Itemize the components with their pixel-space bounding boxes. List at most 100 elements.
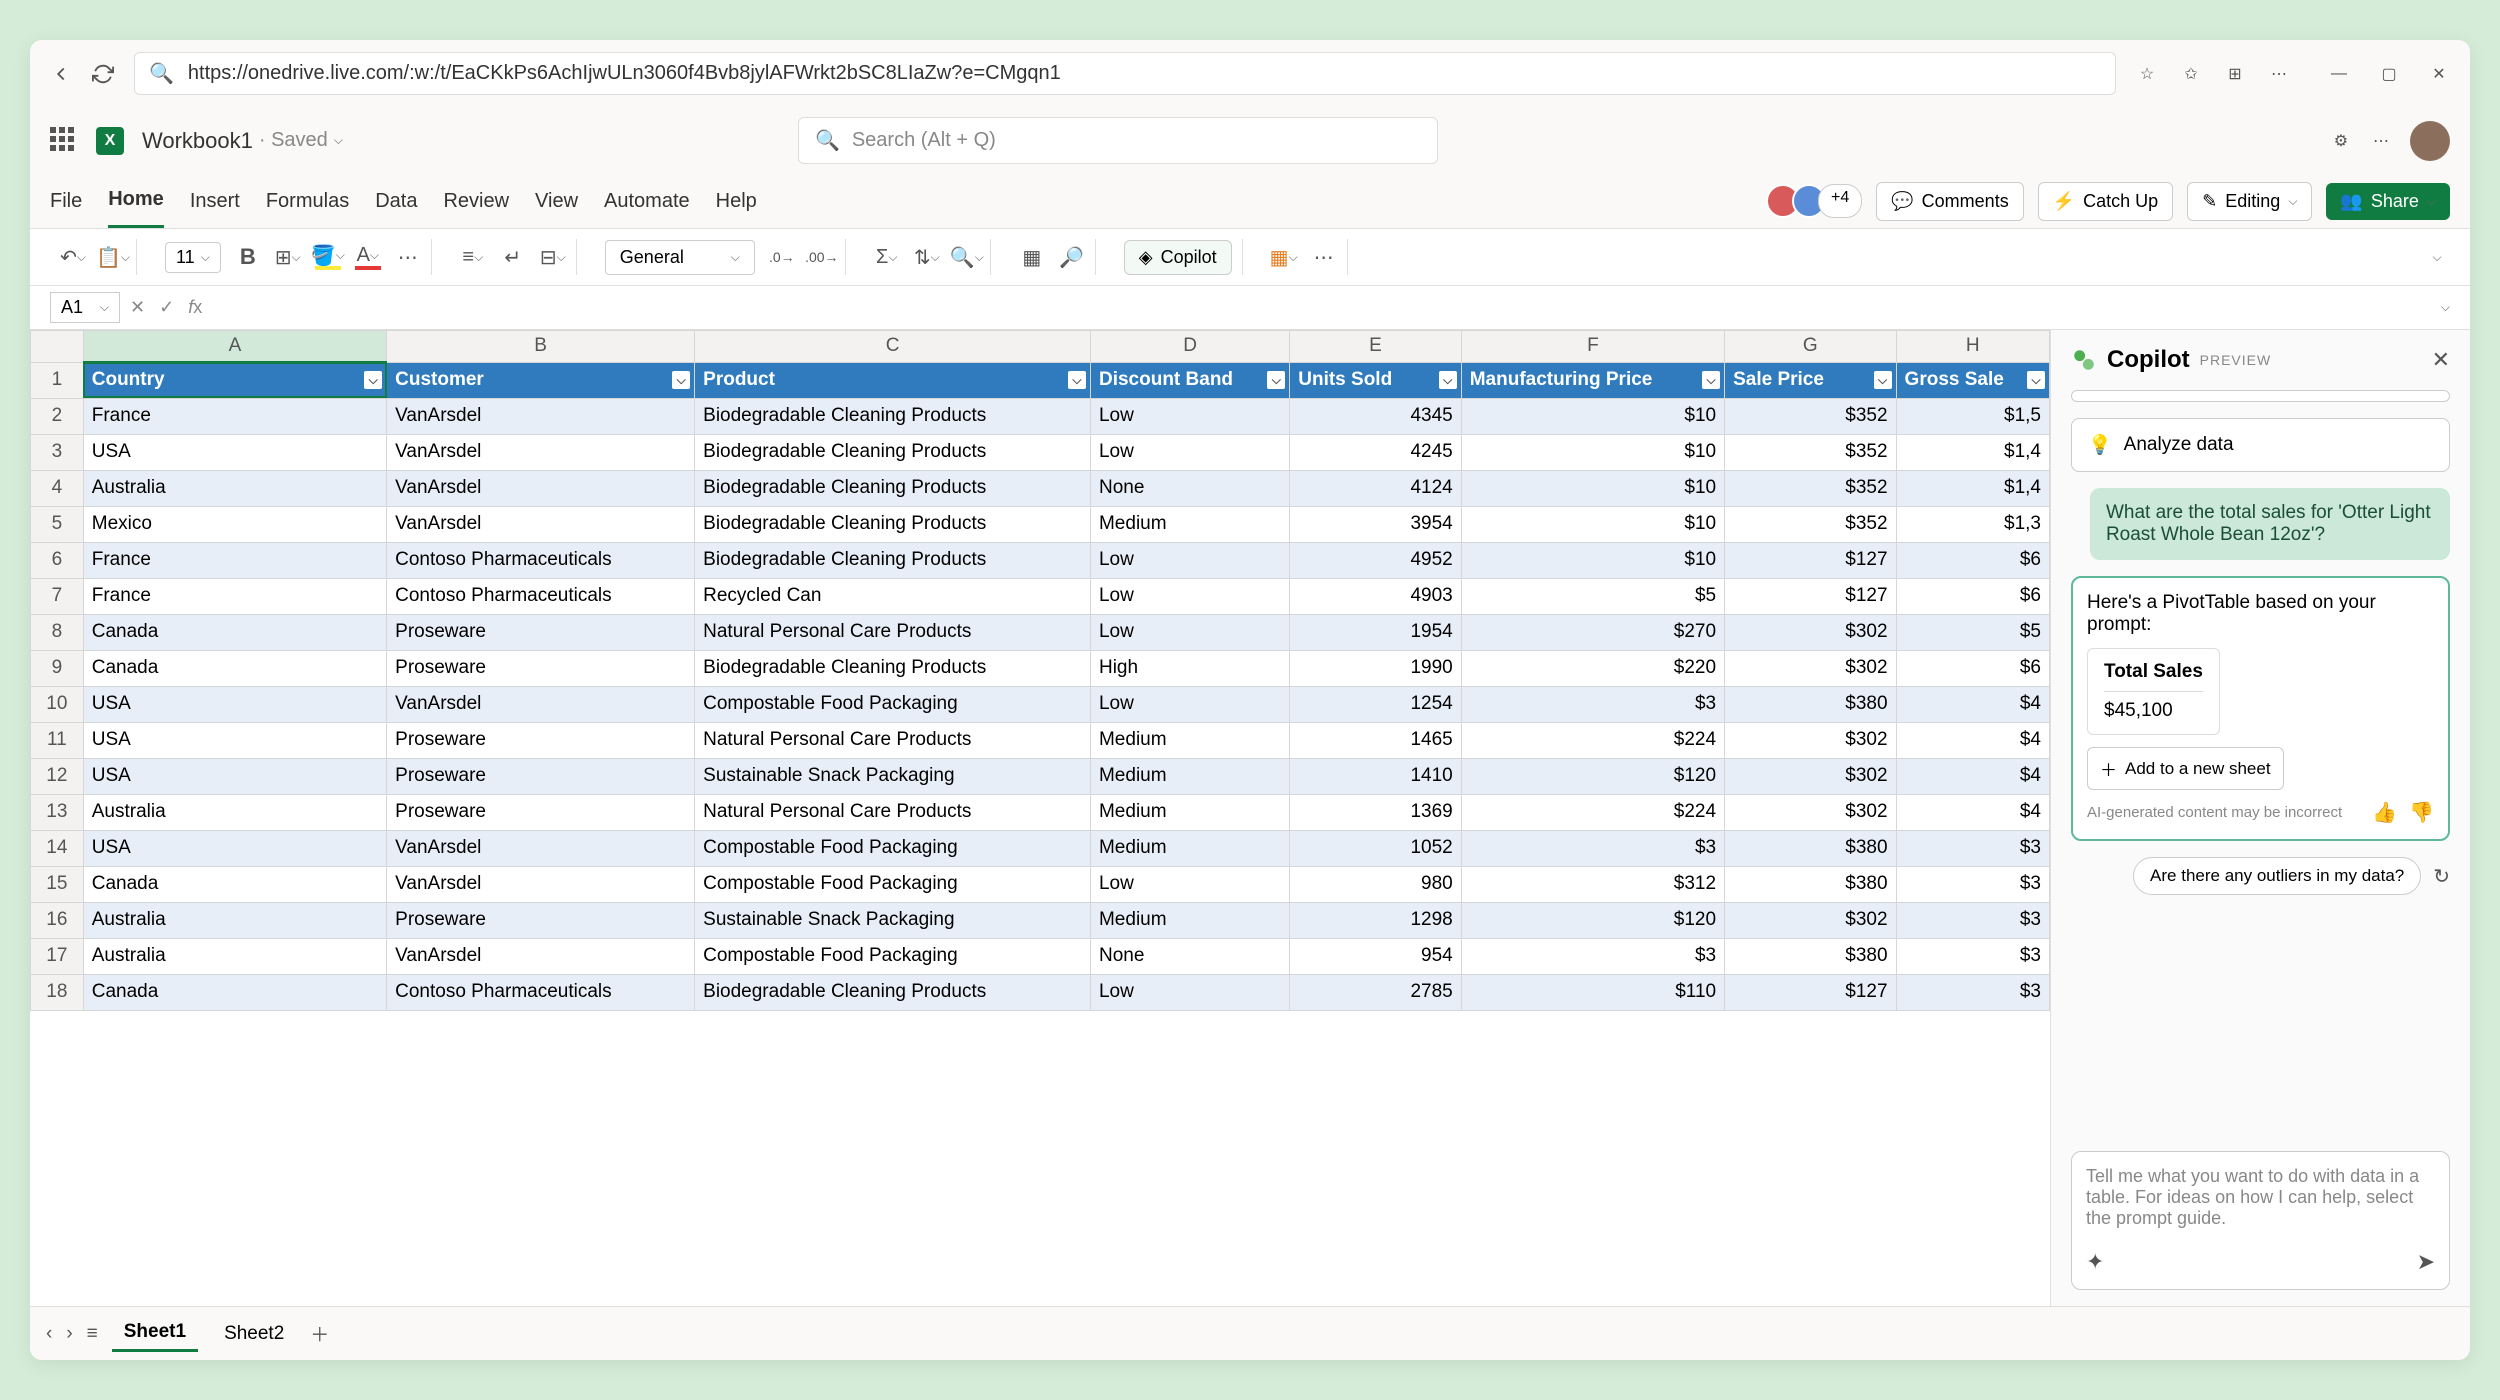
- table-header-cell[interactable]: Customer⌵: [387, 362, 695, 398]
- number-format-select[interactable]: General⌵: [605, 240, 755, 275]
- data-cell[interactable]: $5: [1461, 578, 1724, 614]
- prompt-guide-icon[interactable]: ✦: [2086, 1249, 2104, 1275]
- data-cell[interactable]: $5: [1896, 614, 2049, 650]
- filter-chevron-icon[interactable]: ⌵: [672, 371, 690, 389]
- format-table-icon[interactable]: ▦⌵: [1271, 244, 1297, 270]
- data-cell[interactable]: USA: [83, 722, 386, 758]
- star-icon[interactable]: ☆: [2136, 63, 2158, 85]
- close-icon[interactable]: ✕: [2428, 63, 2450, 85]
- data-cell[interactable]: Sustainable Snack Packaging: [695, 902, 1091, 938]
- data-cell[interactable]: High: [1090, 650, 1289, 686]
- data-cell[interactable]: $302: [1725, 902, 1896, 938]
- data-cell[interactable]: 980: [1290, 866, 1461, 902]
- data-cell[interactable]: $220: [1461, 650, 1724, 686]
- data-cell[interactable]: $10: [1461, 398, 1724, 434]
- data-cell[interactable]: $127: [1725, 542, 1896, 578]
- data-cell[interactable]: Low: [1090, 578, 1289, 614]
- data-cell[interactable]: 1465: [1290, 722, 1461, 758]
- table-header-cell[interactable]: Sale Price⌵: [1725, 362, 1896, 398]
- data-cell[interactable]: 1410: [1290, 758, 1461, 794]
- data-cell[interactable]: $10: [1461, 434, 1724, 470]
- more-icon[interactable]: ⋯: [2268, 63, 2290, 85]
- font-size-select[interactable]: 11⌵: [165, 242, 221, 273]
- copilot-button[interactable]: ◈Copilot: [1124, 240, 1232, 275]
- data-cell[interactable]: Canada: [83, 614, 386, 650]
- data-cell[interactable]: $127: [1725, 578, 1896, 614]
- row-header[interactable]: 16: [31, 902, 84, 938]
- data-cell[interactable]: $4: [1896, 686, 2049, 722]
- data-cell[interactable]: Australia: [83, 470, 386, 506]
- align-icon[interactable]: ≡⌵: [460, 244, 486, 270]
- data-cell[interactable]: VanArsdel: [387, 506, 695, 542]
- data-cell[interactable]: Low: [1090, 614, 1289, 650]
- data-cell[interactable]: USA: [83, 434, 386, 470]
- user-avatar[interactable]: [2410, 121, 2450, 161]
- table-header-cell[interactable]: Units Sold⌵: [1290, 362, 1461, 398]
- row-header[interactable]: 9: [31, 650, 84, 686]
- data-cell[interactable]: Mexico: [83, 506, 386, 542]
- data-cell[interactable]: Biodegradable Cleaning Products: [695, 506, 1091, 542]
- data-cell[interactable]: $302: [1725, 758, 1896, 794]
- data-cell[interactable]: $3: [1896, 866, 2049, 902]
- row-header[interactable]: 14: [31, 830, 84, 866]
- find-icon[interactable]: 🔍⌵: [954, 244, 980, 270]
- data-cell[interactable]: $10: [1461, 542, 1724, 578]
- data-cell[interactable]: $380: [1725, 866, 1896, 902]
- workbook-title[interactable]: Workbook1 · Saved ⌵: [142, 128, 343, 154]
- data-cell[interactable]: VanArsdel: [387, 470, 695, 506]
- data-cell[interactable]: France: [83, 542, 386, 578]
- data-cell[interactable]: VanArsdel: [387, 686, 695, 722]
- data-cell[interactable]: 4952: [1290, 542, 1461, 578]
- data-cell[interactable]: $352: [1725, 434, 1896, 470]
- filter-chevron-icon[interactable]: ⌵: [2027, 371, 2045, 389]
- data-cell[interactable]: 3954: [1290, 506, 1461, 542]
- sheet-next-icon[interactable]: ›: [66, 1323, 72, 1345]
- data-cell[interactable]: $302: [1725, 722, 1896, 758]
- data-cell[interactable]: Contoso Pharmaceuticals: [387, 974, 695, 1010]
- data-cell[interactable]: Recycled Can: [695, 578, 1091, 614]
- data-cell[interactable]: VanArsdel: [387, 398, 695, 434]
- data-cell[interactable]: 1954: [1290, 614, 1461, 650]
- add-to-sheet-button[interactable]: ＋Add to a new sheet: [2087, 747, 2284, 790]
- data-cell[interactable]: Australia: [83, 902, 386, 938]
- thumbs-up-icon[interactable]: 👍: [2372, 800, 2397, 825]
- add-sheet-icon[interactable]: ＋: [310, 1320, 329, 1347]
- row-header[interactable]: 10: [31, 686, 84, 722]
- data-cell[interactable]: $312: [1461, 866, 1724, 902]
- tab-help[interactable]: Help: [716, 176, 757, 227]
- data-cell[interactable]: Low: [1090, 866, 1289, 902]
- send-icon[interactable]: ➤: [2417, 1249, 2435, 1275]
- column-header[interactable]: A: [83, 331, 386, 363]
- filter-chevron-icon[interactable]: ⌵: [1702, 371, 1720, 389]
- more-icon[interactable]: ⋯: [2370, 130, 2392, 152]
- analyze-icon[interactable]: 🔎: [1059, 244, 1085, 270]
- analyze-data-button[interactable]: 💡Analyze data: [2071, 418, 2450, 472]
- data-cell[interactable]: Canada: [83, 974, 386, 1010]
- data-cell[interactable]: $1,3: [1896, 506, 2049, 542]
- data-cell[interactable]: Sustainable Snack Packaging: [695, 758, 1091, 794]
- data-cell[interactable]: Low: [1090, 974, 1289, 1010]
- name-box[interactable]: A1⌵: [50, 292, 120, 323]
- row-header[interactable]: 4: [31, 470, 84, 506]
- data-cell[interactable]: Compostable Food Packaging: [695, 830, 1091, 866]
- data-cell[interactable]: Biodegradable Cleaning Products: [695, 434, 1091, 470]
- row-header[interactable]: 12: [31, 758, 84, 794]
- data-cell[interactable]: VanArsdel: [387, 866, 695, 902]
- data-cell[interactable]: $4: [1896, 758, 2049, 794]
- data-cell[interactable]: Australia: [83, 938, 386, 974]
- data-cell[interactable]: $302: [1725, 794, 1896, 830]
- row-header[interactable]: 11: [31, 722, 84, 758]
- autosum-icon[interactable]: Σ⌵: [874, 244, 900, 270]
- data-cell[interactable]: Biodegradable Cleaning Products: [695, 650, 1091, 686]
- data-cell[interactable]: Natural Personal Care Products: [695, 614, 1091, 650]
- data-cell[interactable]: Proseware: [387, 614, 695, 650]
- sheet-prev-icon[interactable]: ‹: [46, 1323, 52, 1345]
- data-cell[interactable]: 1990: [1290, 650, 1461, 686]
- data-cell[interactable]: 4903: [1290, 578, 1461, 614]
- more-formatting-icon[interactable]: ⋯: [395, 244, 421, 270]
- data-cell[interactable]: Low: [1090, 434, 1289, 470]
- data-cell[interactable]: Medium: [1090, 506, 1289, 542]
- data-cell[interactable]: $302: [1725, 650, 1896, 686]
- filter-chevron-icon[interactable]: ⌵: [364, 371, 382, 389]
- fill-color-icon[interactable]: 🪣⌵: [315, 244, 341, 270]
